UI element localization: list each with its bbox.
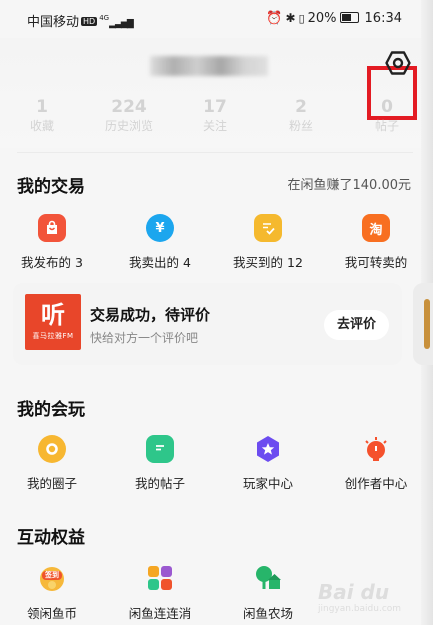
circle-icon <box>38 435 66 463</box>
clock: 16:34 <box>364 11 402 26</box>
play-title: 我的会玩 <box>17 400 85 420</box>
grid-item-label: 我发布的 3 <box>21 255 83 270</box>
farm-tree-icon <box>253 563 283 593</box>
grid-item-label: 领闲鱼币 <box>26 606 77 621</box>
settings-button[interactable] <box>385 50 411 76</box>
grid-item-creator-center[interactable]: 创作者中心 <box>326 435 426 492</box>
grid-item-label: 玩家中心 <box>242 476 293 491</box>
transactions-title: 我的交易 <box>17 177 85 197</box>
star-badge-icon <box>254 435 282 463</box>
battery-icon <box>339 12 359 23</box>
grid-item-sold[interactable]: ¥ 我卖出的 4 <box>110 214 210 271</box>
header-divider <box>17 152 413 153</box>
stat-label: 粉丝 <box>288 119 313 133</box>
grid-item-label: 我可转卖的 <box>344 255 408 270</box>
grid-item-label: 创作者中心 <box>344 476 408 491</box>
grid-item-label: 我卖出的 4 <box>129 255 191 270</box>
grid-item-published[interactable]: 我发布的 3 <box>2 214 102 271</box>
pending-review-card[interactable]: 听 喜马拉雅FM 交易成功，待评价 快给对方一个评价吧 去评价 <box>13 283 402 365</box>
signal-icon: ▂▃▅▇ <box>109 19 134 29</box>
watermark-text: Bai du <box>318 580 390 604</box>
status-bar: 中国移动 HD 4G▂▃▅▇ ⏰ ✱ ▯ 20% 16:34 <box>0 0 433 38</box>
tao-icon: 淘 <box>362 214 390 242</box>
yuan-icon: ¥ <box>146 214 174 242</box>
grid-item-match-game[interactable]: 闲鱼连连消 <box>110 563 210 622</box>
status-left: 中国移动 HD 4G▂▃▅▇ <box>27 11 134 30</box>
ximalaya-logo: 听 喜马拉雅FM <box>25 294 81 350</box>
settings-hex-icon <box>385 51 411 75</box>
signin-coin-icon: 签到 <box>37 563 67 593</box>
alarm-icon: ⏰ <box>266 11 283 26</box>
grid-item-label: 闲鱼农场 <box>242 606 293 621</box>
grid-item-bought[interactable]: 我买到的 12 <box>218 214 318 271</box>
card-subtitle: 快给对方一个评价吧 <box>90 331 199 345</box>
stat-posts[interactable]: 0 帖子 <box>352 97 422 135</box>
bluetooth-icon: ✱ <box>285 11 296 25</box>
stat-history[interactable]: 224 历史浏览 <box>94 97 164 135</box>
grid-item-farm[interactable]: 闲鱼农场 <box>218 563 318 622</box>
hd-badge: HD <box>81 17 98 26</box>
earned-amount[interactable]: 在闲鱼赚了140.00元 <box>288 174 412 193</box>
benefits-title: 互动权益 <box>17 528 85 548</box>
grid-item-player-center[interactable]: 玩家中心 <box>218 435 318 492</box>
carrier-name: 中国移动 <box>27 15 80 30</box>
vibrate-icon: ▯ <box>298 12 305 25</box>
stat-label: 帖子 <box>374 119 399 133</box>
match-game-icon <box>145 563 175 593</box>
logo-sub-text: 喜马拉雅FM <box>32 332 74 340</box>
stat-following[interactable]: 17 关注 <box>180 97 250 135</box>
grid-item-label: 我买到的 12 <box>233 255 303 270</box>
stat-value: 17 <box>203 97 227 117</box>
grid-item-posts[interactable]: 我的帖子 <box>110 435 210 492</box>
stat-favorites[interactable]: 1 收藏 <box>7 97 77 135</box>
review-button[interactable]: 去评价 <box>324 310 389 340</box>
stat-label: 历史浏览 <box>104 119 153 133</box>
card-title: 交易成功，待评价 <box>90 306 211 324</box>
signin-badge: 签到 <box>45 570 59 579</box>
profile-stats: 1 收藏 224 历史浏览 17 关注 2 粉丝 0 帖子 <box>0 97 433 137</box>
checklist-icon <box>254 214 282 242</box>
grid-item-label: 我的帖子 <box>134 476 185 491</box>
grid-item-label: 我的圈子 <box>26 476 77 491</box>
grid-item-circles[interactable]: 我的圈子 <box>2 435 102 492</box>
bulb-icon <box>362 435 390 463</box>
grid-item-coins[interactable]: 签到 领闲鱼币 <box>2 563 102 622</box>
stat-label: 关注 <box>202 119 227 133</box>
grid-item-resellable[interactable]: 淘 我可转卖的 <box>326 214 426 271</box>
stat-value: 0 <box>381 97 393 117</box>
network-type: 4G <box>99 14 110 22</box>
grid-item-label: 闲鱼连连消 <box>128 606 192 621</box>
post-icon <box>146 435 174 463</box>
stat-value: 1 <box>36 97 48 117</box>
next-card-peek[interactable] <box>413 283 433 365</box>
stat-label: 收藏 <box>29 119 54 133</box>
username-blurred[interactable] <box>150 56 268 76</box>
stat-fans[interactable]: 2 粉丝 <box>266 97 336 135</box>
stat-value: 224 <box>111 97 147 117</box>
watermark-subtext: jingyan.baidu.com <box>318 604 402 614</box>
stat-value: 2 <box>295 97 307 117</box>
baidu-watermark: Bai du jingyan.baidu.com <box>318 574 418 614</box>
status-right: ⏰ ✱ ▯ 20% 16:34 <box>263 11 402 26</box>
logo-main-char: 听 <box>41 301 65 329</box>
battery-percent: 20% <box>307 11 337 26</box>
bag-icon <box>38 214 66 242</box>
